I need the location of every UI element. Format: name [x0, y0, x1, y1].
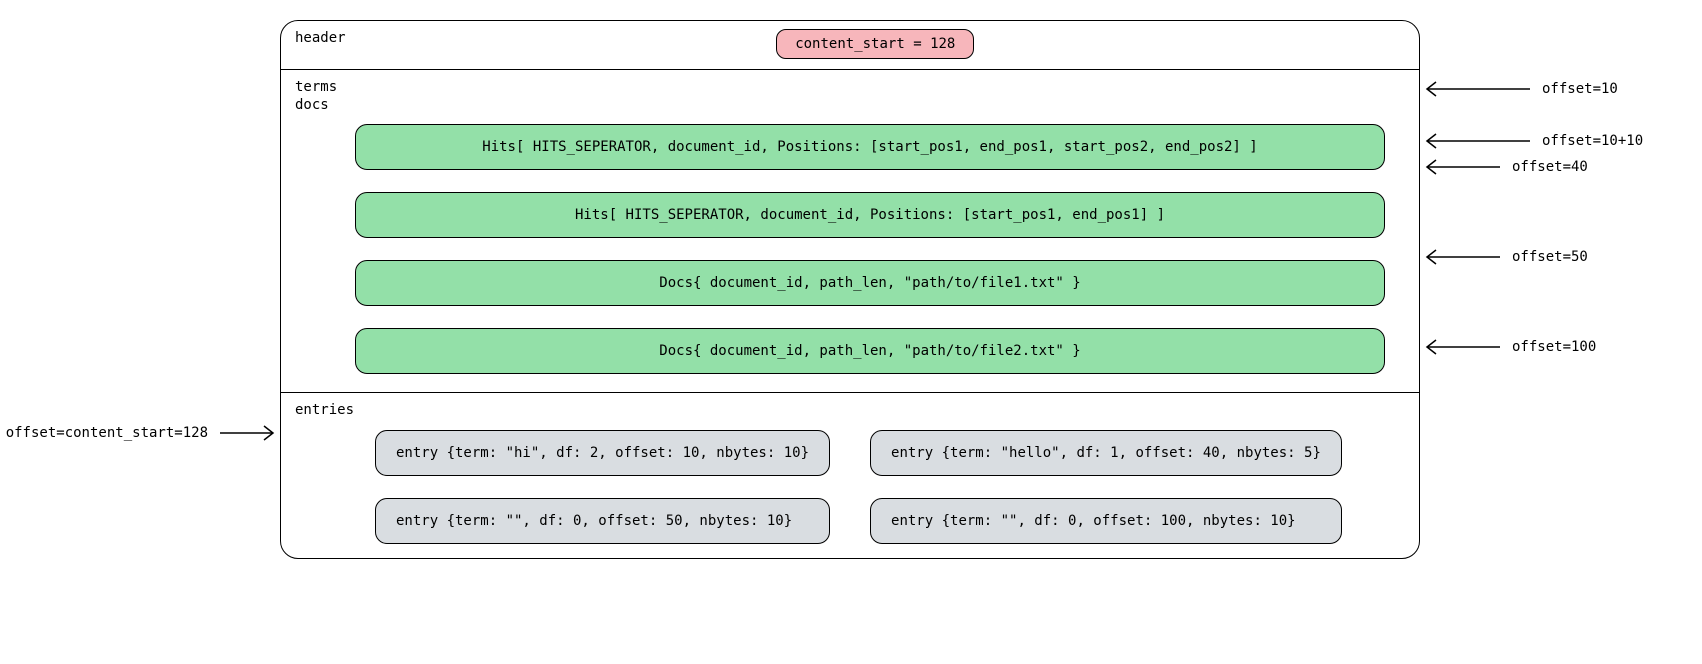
- arrow-left-icon: [1420, 80, 1530, 98]
- section-label-terms-docs: terms docs: [295, 78, 1405, 114]
- annotation-offset-10: offset=10: [1420, 80, 1618, 98]
- arrow-left-icon: [1420, 248, 1500, 266]
- annotation-label: offset=100: [1512, 339, 1596, 355]
- arrow-left-icon: [1420, 338, 1500, 356]
- content-start-badge: content_start = 128: [776, 29, 974, 59]
- annotation-label: offset=content_start=128: [6, 425, 208, 441]
- annotation-offset-10-10: offset=10+10: [1420, 132, 1643, 150]
- docs-block-1: Docs{ document_id, path_len, "path/to/fi…: [355, 260, 1385, 306]
- hits-block-1: Hits[ HITS_SEPERATOR, document_id, Posit…: [355, 124, 1385, 170]
- file-layout-diagram: offset=content_start=128 header content_…: [20, 20, 1682, 559]
- arrow-right-icon: [220, 424, 280, 442]
- entries-section: entries entry {term: "hi", df: 2, offset…: [281, 392, 1419, 557]
- left-annotation-gutter: offset=content_start=128: [20, 20, 280, 559]
- annotation-label: offset=40: [1512, 159, 1588, 175]
- entries-grid: entry {term: "hi", df: 2, offset: 10, nb…: [375, 430, 1285, 544]
- label-docs: docs: [295, 97, 329, 113]
- section-label-entries: entries: [295, 401, 1405, 419]
- label-terms: terms: [295, 79, 337, 95]
- header-section: header content_start = 128: [281, 21, 1419, 69]
- annotation-offset-100: offset=100: [1420, 338, 1596, 356]
- arrow-left-icon: [1420, 158, 1500, 176]
- entry-block: entry {term: "", df: 0, offset: 100, nby…: [870, 498, 1342, 544]
- right-annotation-gutter: offset=10 offset=10+10 offset=40 offset=…: [1420, 20, 1700, 559]
- hits-block-2: Hits[ HITS_SEPERATOR, document_id, Posit…: [355, 192, 1385, 238]
- annotation-label: offset=50: [1512, 249, 1588, 265]
- entry-block: entry {term: "hi", df: 2, offset: 10, nb…: [375, 430, 830, 476]
- entry-block: entry {term: "", df: 0, offset: 50, nbyt…: [375, 498, 830, 544]
- annotation-label: offset=10: [1542, 81, 1618, 97]
- section-label-header: header: [295, 29, 346, 47]
- annotation-offset-40: offset=40: [1420, 158, 1588, 176]
- entry-block: entry {term: "hello", df: 1, offset: 40,…: [870, 430, 1342, 476]
- annotation-content-start: offset=content_start=128: [6, 424, 280, 442]
- arrow-left-icon: [1420, 132, 1530, 150]
- annotation-offset-50: offset=50: [1420, 248, 1588, 266]
- layout-container: header content_start = 128 terms docs Hi…: [280, 20, 1420, 559]
- terms-docs-section: terms docs Hits[ HITS_SEPERATOR, documen…: [281, 69, 1419, 392]
- annotation-label: offset=10+10: [1542, 133, 1643, 149]
- docs-block-2: Docs{ document_id, path_len, "path/to/fi…: [355, 328, 1385, 374]
